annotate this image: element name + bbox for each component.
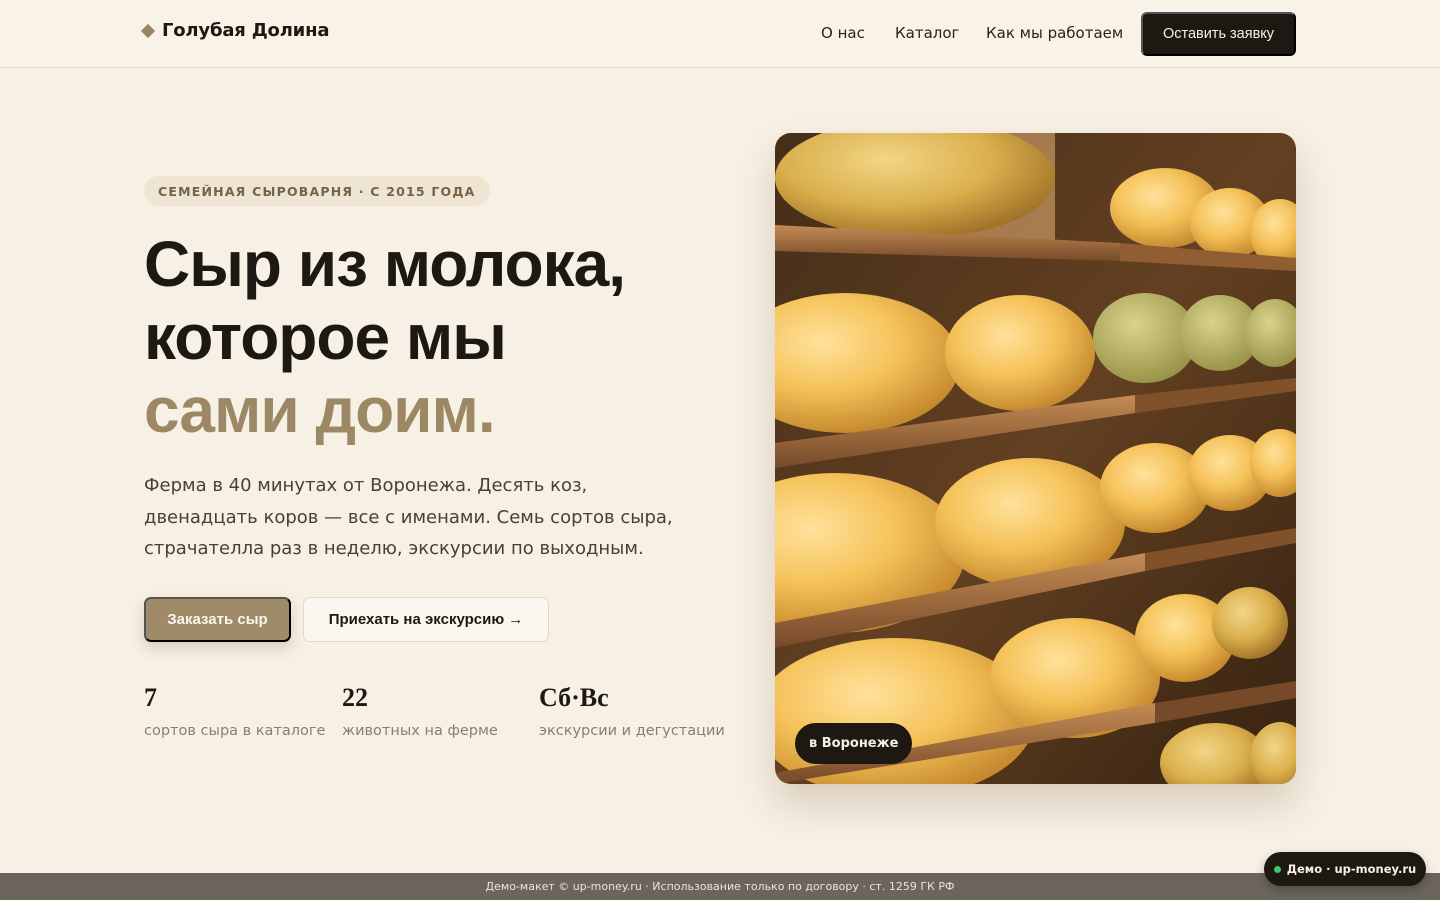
- stat-value: 22: [342, 683, 368, 712]
- hero-badge: СЕМЕЙНАЯ СЫРОВАРНЯ · С 2015 ГОДА: [144, 176, 490, 206]
- status-dot-icon: [1273, 865, 1281, 873]
- excursion-button[interactable]: Приехать на экскурсию →: [303, 597, 549, 642]
- brand-logo[interactable]: Голубая Долина: [140, 20, 330, 41]
- stat-label: сортов сыра в каталоге: [144, 723, 326, 739]
- legal-notice-bar: Демо-макет © up-money.ru · Использование…: [0, 873, 1440, 900]
- order-cheese-button[interactable]: Заказать сыр: [144, 597, 291, 642]
- brand-name: Голубая Долина: [162, 20, 330, 41]
- stat-label: экскурсии и дегустации: [539, 723, 725, 739]
- hero-cheese-image: в Воронеже: [775, 133, 1296, 784]
- stat-label: животных на ферме: [342, 723, 498, 739]
- hero-title-accent: сами доим.: [144, 374, 496, 446]
- hero-lead: Ферма в 40 минутах от Воронежа. Десять к…: [144, 475, 673, 559]
- nav-link-about[interactable]: О нас: [821, 24, 865, 42]
- nav-link-how-we-work[interactable]: Как мы работаем: [986, 24, 1123, 42]
- leave-request-button[interactable]: Оставить заявку: [1141, 12, 1296, 56]
- nav-link-catalog[interactable]: Каталог: [895, 24, 959, 42]
- location-tag: в Воронеже: [795, 723, 913, 764]
- hero-title-line2: которое мы: [144, 301, 507, 373]
- demo-badge-label: Демо · up-money.ru: [1286, 862, 1417, 876]
- stat-value: 7: [144, 683, 157, 712]
- stat-excursion-days: Сб·Вс экскурсии и дегустации: [539, 683, 725, 739]
- site-header: Голубая Долина О нас Каталог Как мы рабо…: [0, 0, 1440, 68]
- stat-value: Сб·Вс: [539, 683, 609, 712]
- stat-animals: 22 животных на ферме: [342, 683, 498, 739]
- stat-cheese-varieties: 7 сортов сыра в каталоге: [144, 683, 325, 739]
- hero-title-line1: Сыр из молока,: [144, 228, 626, 300]
- demo-badge[interactable]: Демо · up-money.ru: [1264, 852, 1426, 886]
- hero-title: Сыр из молока, которое мы сами доим.: [144, 228, 704, 447]
- cheese-shelves-illustration: [775, 133, 1296, 784]
- diamond-icon: [140, 23, 156, 38]
